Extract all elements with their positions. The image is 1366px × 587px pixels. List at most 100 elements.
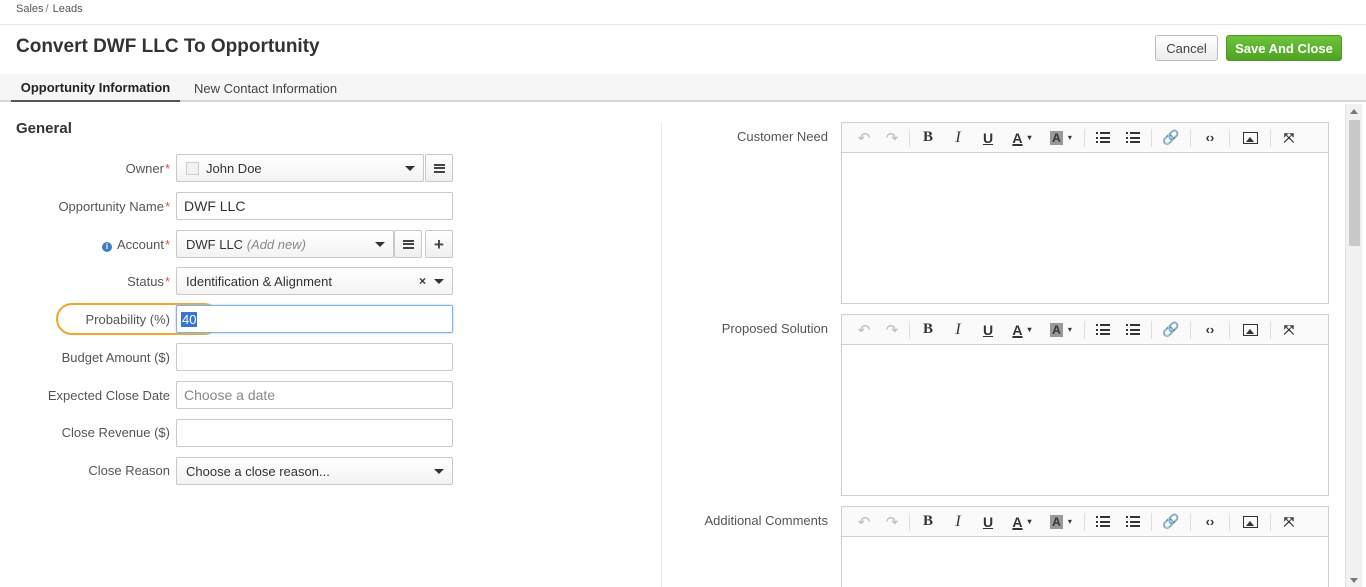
link-icon[interactable]: 🔗 bbox=[1155, 511, 1187, 533]
underline-icon[interactable]: U bbox=[973, 319, 1003, 341]
underline-icon[interactable]: U bbox=[973, 127, 1003, 149]
toolbar-separator bbox=[1190, 512, 1191, 531]
numbered-list-icon[interactable] bbox=[1118, 511, 1148, 533]
info-icon[interactable]: i bbox=[101, 242, 112, 252]
redo-icon[interactable]: ↷ bbox=[878, 127, 906, 149]
fullscreen-icon[interactable]: ⤧ bbox=[1274, 511, 1304, 533]
dropdown-icon: ▾ bbox=[1067, 133, 1072, 142]
tab-opportunity-information[interactable]: Opportunity Information bbox=[11, 74, 180, 102]
toolbar-separator bbox=[1229, 512, 1230, 531]
close-reason-select[interactable]: Choose a close reason... bbox=[176, 457, 453, 485]
link-icon[interactable]: 🔗 bbox=[1155, 127, 1187, 149]
toolbar-separator bbox=[1084, 512, 1085, 531]
account-label-text: Account bbox=[116, 237, 164, 252]
section-title-general: General bbox=[16, 120, 72, 137]
bullet-list-icon[interactable] bbox=[1088, 511, 1118, 533]
list-icon bbox=[402, 239, 414, 249]
numbered-list-icon[interactable] bbox=[1118, 127, 1148, 149]
budget-amount-input[interactable] bbox=[176, 343, 453, 371]
numbered-list-icon[interactable] bbox=[1118, 319, 1148, 341]
breadcrumb: Sales / Leads bbox=[16, 3, 83, 15]
bold-icon[interactable]: B bbox=[913, 127, 943, 149]
font-color-icon[interactable]: A ▾ bbox=[1003, 511, 1041, 533]
background-color-icon[interactable]: A ▾ bbox=[1041, 511, 1081, 533]
fullscreen-icon[interactable]: ⤧ bbox=[1274, 319, 1304, 341]
font-color-icon[interactable]: A ▾ bbox=[1003, 127, 1041, 149]
owner-list-button[interactable] bbox=[425, 154, 453, 182]
bullet-list-icon[interactable] bbox=[1088, 127, 1118, 149]
underline-icon[interactable]: U bbox=[973, 511, 1003, 533]
owner-select[interactable]: John Doe bbox=[176, 154, 424, 182]
opportunity-name-input[interactable]: DWF LLC bbox=[176, 192, 453, 220]
plus-icon: + bbox=[434, 234, 444, 254]
undo-icon[interactable]: ↶ bbox=[850, 319, 878, 341]
header-divider bbox=[0, 24, 1366, 25]
opportunity-name-label: Opportunity Name* bbox=[58, 199, 170, 214]
scroll-down-icon[interactable] bbox=[1350, 578, 1358, 583]
scrollbar-thumb[interactable] bbox=[1349, 120, 1360, 246]
code-icon[interactable]: ‹› bbox=[1194, 511, 1226, 533]
toolbar-separator bbox=[1229, 128, 1230, 147]
dropdown-icon: ▾ bbox=[1067, 517, 1072, 526]
tab-new-contact-information[interactable]: New Contact Information bbox=[194, 74, 337, 102]
background-color-icon[interactable]: A ▾ bbox=[1041, 319, 1081, 341]
customer-need-editor[interactable]: ↶ ↷ B I U A ▾ A ▾ 🔗 ‹› ⤧ bbox=[841, 122, 1329, 304]
cancel-button[interactable]: Cancel bbox=[1155, 35, 1218, 61]
fullscreen-icon[interactable]: ⤧ bbox=[1274, 127, 1304, 149]
breadcrumb-item-leads[interactable]: Leads bbox=[53, 3, 83, 15]
expected-close-date-input[interactable]: Choose a date bbox=[176, 381, 453, 409]
budget-amount-label: Budget Amount ($) bbox=[61, 350, 170, 365]
account-value-text: DWF LLC bbox=[186, 236, 244, 252]
clear-icon[interactable]: × bbox=[419, 274, 426, 288]
status-select[interactable]: Identification & Alignment × bbox=[176, 267, 453, 295]
close-revenue-input[interactable] bbox=[176, 419, 453, 447]
additional-comments-label: Additional Comments bbox=[704, 513, 828, 528]
expected-close-date-label: Expected Close Date bbox=[47, 388, 170, 403]
redo-icon[interactable]: ↷ bbox=[878, 511, 906, 533]
toolbar-separator bbox=[1151, 128, 1152, 147]
expected-close-date-placeholder: Choose a date bbox=[184, 387, 276, 403]
bg-color-glyph: A bbox=[1050, 130, 1063, 145]
italic-icon[interactable]: I bbox=[943, 127, 973, 149]
account-select[interactable]: DWF LLC (Add new) bbox=[176, 230, 394, 258]
redo-icon[interactable]: ↷ bbox=[878, 319, 906, 341]
image-icon[interactable] bbox=[1233, 511, 1267, 533]
probability-input[interactable]: 40 bbox=[176, 305, 453, 333]
image-icon[interactable] bbox=[1233, 319, 1267, 341]
save-and-close-button[interactable]: Save And Close bbox=[1226, 35, 1342, 61]
bullet-list-icon[interactable] bbox=[1088, 319, 1118, 341]
proposed-solution-editor[interactable]: ↶ ↷ B I U A ▾ A ▾ 🔗 ‹› ⤧ bbox=[841, 314, 1329, 496]
toolbar-separator bbox=[1270, 512, 1271, 531]
bg-color-glyph: A bbox=[1050, 322, 1063, 337]
owner-label: Owner* bbox=[126, 161, 170, 176]
undo-icon[interactable]: ↶ bbox=[850, 511, 878, 533]
toolbar-separator bbox=[1190, 128, 1191, 147]
owner-label-text: Owner bbox=[125, 161, 164, 176]
toolbar-separator bbox=[1229, 320, 1230, 339]
required-marker: * bbox=[164, 237, 170, 252]
scroll-up-icon[interactable] bbox=[1350, 109, 1358, 114]
breadcrumb-item-sales[interactable]: Sales bbox=[16, 3, 44, 15]
close-reason-label: Close Reason bbox=[88, 463, 170, 478]
toolbar-separator bbox=[1190, 320, 1191, 339]
background-color-icon[interactable]: A ▾ bbox=[1041, 127, 1081, 149]
account-list-button[interactable] bbox=[394, 230, 422, 258]
image-icon[interactable] bbox=[1233, 127, 1267, 149]
account-add-new-hint: (Add new) bbox=[246, 236, 306, 252]
dropdown-icon: ▾ bbox=[1067, 325, 1072, 334]
toolbar-separator bbox=[909, 512, 910, 531]
vertical-scrollbar[interactable] bbox=[1345, 104, 1362, 587]
code-icon[interactable]: ‹› bbox=[1194, 127, 1226, 149]
italic-icon[interactable]: I bbox=[943, 511, 973, 533]
bold-icon[interactable]: B bbox=[913, 511, 943, 533]
font-color-glyph: A bbox=[1012, 513, 1023, 530]
additional-comments-editor[interactable]: ↶ ↷ B I U A ▾ A ▾ 🔗 ‹› ⤧ bbox=[841, 506, 1329, 587]
undo-icon[interactable]: ↶ bbox=[850, 127, 878, 149]
link-icon[interactable]: 🔗 bbox=[1155, 319, 1187, 341]
add-account-button[interactable]: + bbox=[425, 230, 453, 258]
font-color-icon[interactable]: A ▾ bbox=[1003, 319, 1041, 341]
code-icon[interactable]: ‹› bbox=[1194, 319, 1226, 341]
toolbar-separator bbox=[909, 128, 910, 147]
italic-icon[interactable]: I bbox=[943, 319, 973, 341]
bold-icon[interactable]: B bbox=[913, 319, 943, 341]
